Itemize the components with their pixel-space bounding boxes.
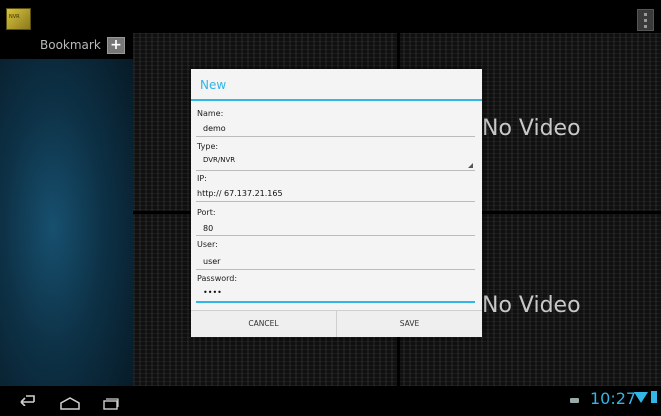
cancel-button[interactable]: CANCEL: [191, 311, 337, 337]
battery-icon: [651, 391, 657, 403]
ip-field-underline: [196, 201, 475, 202]
back-icon[interactable]: [16, 392, 36, 410]
add-bookmark-button[interactable]: +: [107, 37, 125, 54]
overflow-menu-icon[interactable]: [637, 9, 654, 31]
password-field[interactable]: ••••: [203, 288, 222, 297]
bookmark-title: Bookmark: [40, 38, 101, 52]
recent-apps-icon[interactable]: [103, 395, 119, 410]
password-field-underline: [196, 301, 475, 303]
password-label: Password:: [197, 274, 238, 283]
type-spinner[interactable]: DVR/NVR: [203, 156, 235, 164]
home-icon[interactable]: [59, 395, 81, 410]
save-button[interactable]: SAVE: [337, 311, 482, 337]
wifi-icon: [634, 392, 648, 403]
system-navigation-bar: 10:27: [0, 386, 661, 416]
user-field[interactable]: user: [203, 257, 220, 266]
dialog-button-bar: CANCEL SAVE: [191, 310, 482, 337]
app-logo-icon[interactable]: NVR: [6, 8, 31, 30]
port-field-underline: [196, 235, 475, 236]
dialog-title: New: [200, 78, 227, 92]
new-device-dialog: New Name: demo Type: DVR/NVR IP: http://…: [191, 69, 482, 337]
type-field-underline: [196, 170, 475, 171]
port-field[interactable]: 80: [203, 224, 213, 233]
name-field[interactable]: demo: [203, 124, 226, 133]
video-tile-label: No Video: [482, 116, 581, 141]
ip-label: IP:: [197, 174, 207, 183]
dialog-title-divider: [191, 99, 482, 101]
action-bar: NVR: [0, 0, 661, 33]
user-label: User:: [197, 240, 218, 249]
bookmark-sidebar: Bookmark +: [0, 33, 133, 386]
name-field-underline: [196, 136, 475, 137]
clock-time: 10:27: [590, 389, 637, 408]
type-label: Type:: [197, 142, 219, 151]
sidebar-header: Bookmark +: [0, 33, 133, 59]
port-label: Port:: [197, 208, 216, 217]
spinner-arrow-icon: [468, 163, 473, 168]
ip-field[interactable]: http:// 67.137.21.165: [197, 189, 283, 198]
user-field-underline: [196, 269, 475, 270]
video-tile-label: No Video: [482, 293, 581, 318]
name-label: Name:: [197, 109, 224, 118]
notification-icon: [570, 398, 579, 403]
